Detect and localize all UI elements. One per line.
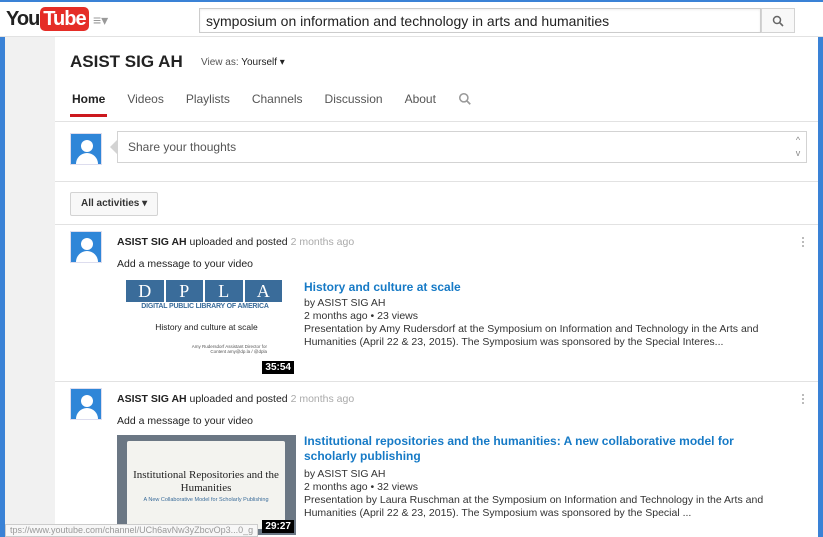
- channel-header: ASIST SIG AH View as: Yourself ▾ Home Vi…: [55, 37, 818, 122]
- tab-videos[interactable]: Videos: [127, 91, 163, 121]
- view-as-selector[interactable]: View as: Yourself ▾: [201, 57, 285, 68]
- scroll-down-icon[interactable]: v: [792, 147, 804, 160]
- view-as-value: Yourself ▾: [241, 57, 285, 68]
- video-thumbnail[interactable]: DPLA DIGITAL PUBLIC LIBRARY OF AMERICA H…: [117, 276, 296, 376]
- tab-about[interactable]: About: [405, 91, 436, 121]
- add-message-link[interactable]: Add a message to your video: [117, 415, 253, 427]
- scroll-up-icon[interactable]: ^: [792, 134, 804, 147]
- video-stats: 2 months ago • 23 views: [304, 310, 418, 322]
- view-as-label: View as:: [201, 57, 239, 68]
- activity-time: 2 months ago: [290, 393, 355, 405]
- video-uploader[interactable]: by ASIST SIG AH: [304, 297, 386, 310]
- video-description: Presentation by Laura Ruschman at the Sy…: [304, 494, 764, 519]
- activity-filter-row: All activities ▾: [55, 182, 818, 225]
- all-activities-dropdown[interactable]: All activities ▾: [70, 192, 159, 216]
- channel-search-icon[interactable]: [458, 92, 472, 106]
- activity-author[interactable]: ASIST SIG AH: [117, 236, 187, 248]
- search-button[interactable]: [761, 8, 795, 33]
- more-options-icon[interactable]: [802, 394, 806, 408]
- activity-header: ASIST SIG AH uploaded and posted 2 month…: [117, 236, 354, 248]
- tab-channels[interactable]: Channels: [252, 91, 303, 121]
- video-thumbnail[interactable]: Institutional Repositories and the Human…: [117, 435, 296, 535]
- youtube-logo[interactable]: You Tube: [6, 7, 89, 31]
- more-options-icon[interactable]: [802, 237, 806, 251]
- video-title-link[interactable]: Institutional repositories and the human…: [304, 434, 764, 464]
- add-message-link[interactable]: Add a message to your video: [117, 258, 253, 270]
- video-stats: 2 months ago • 32 views: [304, 481, 418, 493]
- share-arrow: [110, 140, 117, 154]
- share-scroll-arrows[interactable]: ^ v: [792, 134, 804, 162]
- thumb-subtitle: A New Collaborative Model for Scholarly …: [143, 497, 269, 503]
- share-card: Share your thoughts ^ v: [55, 122, 818, 182]
- masthead: You Tube ≡▾: [0, 0, 823, 37]
- activity-time: 2 months ago: [290, 236, 355, 248]
- video-description: Presentation by Amy Rudersdorf at the Sy…: [304, 323, 759, 348]
- thumb-board: Institutional Repositories and the Human…: [127, 441, 285, 529]
- share-thoughts-input[interactable]: Share your thoughts ^ v: [117, 131, 807, 163]
- guide-menu-icon[interactable]: ≡▾: [93, 12, 115, 28]
- logo-tube: Tube: [40, 7, 89, 31]
- thumb-title: History and culture at scale: [155, 322, 258, 332]
- feed-item: ASIST SIG AH uploaded and posted 2 month…: [55, 382, 818, 537]
- share-placeholder: Share your thoughts: [128, 140, 237, 154]
- video-uploader[interactable]: by ASIST SIG AH: [304, 468, 386, 481]
- video-duration: 35:54: [262, 361, 294, 374]
- feed-item: ASIST SIG AH uploaded and posted 2 month…: [55, 225, 818, 382]
- thumb-small-text: Amy Rudersdorf Assistant Director for Co…: [191, 344, 267, 354]
- activity-action: uploaded and posted: [189, 393, 288, 405]
- user-avatar: [70, 133, 102, 165]
- search-icon: [772, 15, 784, 27]
- thumb-title: Institutional Repositories and the Human…: [133, 469, 279, 494]
- channel-avatar[interactable]: [70, 388, 102, 420]
- tab-playlists[interactable]: Playlists: [186, 91, 230, 121]
- channel-tabs: Home Videos Playlists Channels Discussio…: [69, 91, 472, 121]
- activity-action: uploaded and posted: [189, 236, 288, 248]
- channel-title[interactable]: ASIST SIG AH: [70, 52, 183, 72]
- dpla-logo: DPLA: [126, 280, 284, 302]
- logo-you: You: [6, 7, 40, 30]
- thumb-subtitle: DIGITAL PUBLIC LIBRARY OF AMERICA: [141, 303, 269, 310]
- activity-header: ASIST SIG AH uploaded and posted 2 month…: [117, 393, 354, 405]
- video-title-link[interactable]: History and culture at scale: [304, 280, 764, 295]
- tab-discussion[interactable]: Discussion: [325, 91, 383, 121]
- tab-home[interactable]: Home: [69, 91, 108, 121]
- status-bar-url: tps://www.youtube.com/channel/UCh6avNw3y…: [5, 524, 259, 537]
- video-duration: 29:27: [262, 520, 294, 533]
- search-input[interactable]: [199, 8, 761, 33]
- window-frame-left: [0, 37, 5, 537]
- channel-avatar[interactable]: [70, 231, 102, 263]
- activity-author[interactable]: ASIST SIG AH: [117, 393, 187, 405]
- window-frame-right: [818, 37, 823, 537]
